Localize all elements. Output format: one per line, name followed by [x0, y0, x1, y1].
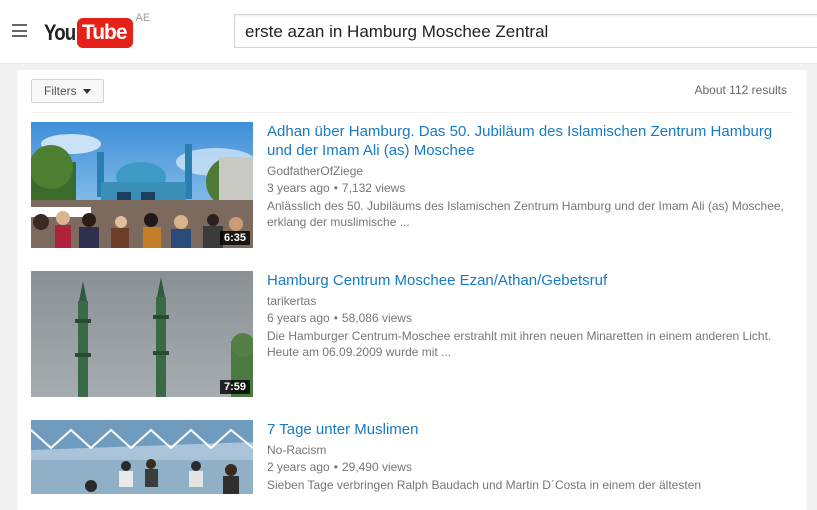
results-panel: Filters About 112 results 6:35 Adhan übe…	[17, 70, 807, 510]
logo-tube-text: Tube	[76, 18, 133, 48]
video-info: Adhan über Hamburg. Das 50. Jubiläum des…	[267, 122, 787, 230]
video-description: Anlässlich des 50. Jubiläums des Islamis…	[267, 199, 784, 229]
youtube-logo[interactable]: You Tube AE	[44, 12, 151, 48]
upload-age: 6 years ago	[267, 311, 330, 325]
video-meta: 3 years ago • 7,132 views	[267, 181, 787, 196]
video-title-link[interactable]: Adhan über Hamburg. Das 50. Jubiläum des…	[267, 122, 787, 160]
channel-name-link[interactable]: GodfatherOfZiege	[267, 164, 787, 179]
video-thumbnail[interactable]: 6:35	[31, 122, 253, 248]
logo-you-text: You	[44, 20, 76, 45]
caret-down-icon	[82, 89, 91, 95]
channel-name-link[interactable]: tarikertas	[267, 294, 787, 309]
region-code: AE	[135, 12, 151, 24]
upload-age: 3 years ago	[267, 181, 330, 195]
minarets-thumbnail-image	[31, 271, 253, 397]
view-count: 29,490 views	[341, 460, 412, 474]
view-count: 58,086 views	[341, 311, 412, 325]
video-duration: 6:35	[219, 231, 250, 245]
hamburger-menu-icon[interactable]	[12, 24, 27, 37]
view-count: 7,132 views	[341, 181, 406, 195]
prayer-hall-thumbnail-image	[31, 420, 253, 494]
upload-age: 2 years ago	[267, 460, 330, 474]
video-thumbnail[interactable]: 7:59	[31, 271, 253, 397]
results-count: About 112 results	[694, 83, 787, 97]
masthead: You Tube AE erste azan in Hamburg Mosche…	[0, 0, 817, 64]
video-title-link[interactable]: Hamburg Centrum Moschee Ezan/Athan/Gebet…	[267, 271, 787, 290]
filters-button[interactable]: Filters	[31, 79, 104, 103]
filters-label: Filters	[44, 84, 77, 98]
video-meta: 6 years ago • 58,086 views	[267, 311, 787, 326]
search-input[interactable]: erste azan in Hamburg Moschee Zentral	[234, 14, 817, 48]
video-title-link[interactable]: 7 Tage unter Muslimen	[267, 420, 787, 439]
video-description: Die Hamburger Centrum-Moschee erstrahlt …	[267, 329, 772, 359]
video-description: Sieben Tage verbringen Ralph Baudach und…	[267, 478, 702, 492]
video-info: 7 Tage unter Muslimen No-Racism 2 years …	[267, 420, 787, 493]
video-meta: 2 years ago • 29,490 views	[267, 460, 787, 475]
video-thumbnail[interactable]	[31, 420, 253, 494]
meta-separator: •	[333, 311, 338, 325]
channel-name-link[interactable]: No-Racism	[267, 443, 787, 458]
meta-separator: •	[333, 460, 338, 474]
mosque-thumbnail-image	[31, 122, 253, 248]
meta-separator: •	[333, 181, 338, 195]
video-duration: 7:59	[219, 380, 250, 394]
video-info: Hamburg Centrum Moschee Ezan/Athan/Gebet…	[267, 271, 787, 360]
divider	[31, 112, 793, 113]
